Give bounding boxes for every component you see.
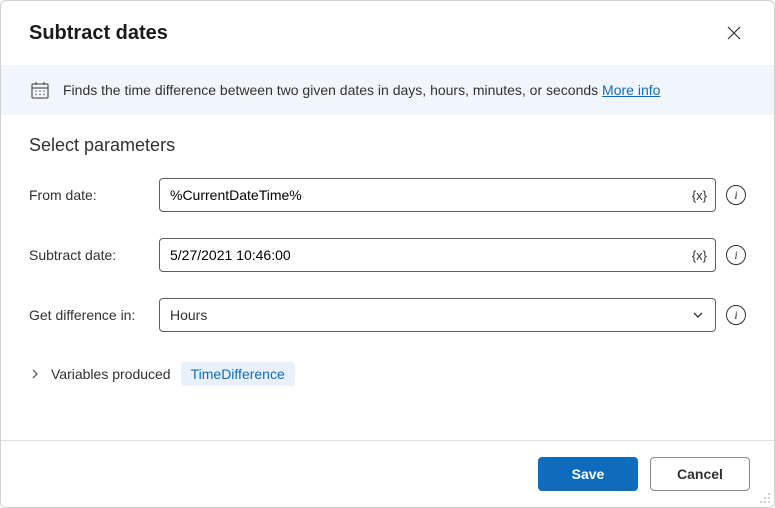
subtract-date-row: Subtract date: {x} i [29,238,746,272]
variables-produced-row: Variables produced TimeDifference [29,358,746,386]
get-difference-row: Get difference in: Hours i [29,298,746,332]
save-button[interactable]: Save [538,457,638,491]
get-difference-info-icon[interactable]: i [726,305,746,325]
close-button[interactable] [718,17,750,49]
dialog-footer: Save Cancel [1,440,774,507]
variable-chip-timedifference[interactable]: TimeDifference [181,362,295,386]
from-date-variable-button[interactable]: {x} [684,179,715,211]
cancel-button[interactable]: Cancel [650,457,750,491]
subtract-date-input[interactable] [160,239,684,271]
subtract-date-input-wrap[interactable]: {x} [159,238,716,272]
parameters-section: Select parameters From date: {x} i Subtr… [1,115,774,440]
subtract-date-variable-button[interactable]: {x} [684,239,715,271]
from-date-info-icon[interactable]: i [726,185,746,205]
from-date-row: From date: {x} i [29,178,746,212]
variables-produced-label: Variables produced [51,366,171,382]
info-banner: Finds the time difference between two gi… [1,65,774,115]
dialog-title: Subtract dates [29,22,168,45]
from-date-input-wrap[interactable]: {x} [159,178,716,212]
chevron-down-icon [691,308,705,322]
subtract-date-label: Subtract date: [29,247,149,263]
more-info-link[interactable]: More info [602,82,660,98]
subtract-date-info-icon[interactable]: i [726,245,746,265]
dialog-header: Subtract dates [1,1,774,65]
calendar-icon [29,79,51,101]
close-icon [727,26,741,40]
from-date-label: From date: [29,187,149,203]
get-difference-label: Get difference in: [29,307,149,323]
subtract-dates-dialog: Subtract dates Finds the time difference… [0,0,775,508]
section-title: Select parameters [29,135,746,156]
get-difference-value: Hours [170,307,207,323]
from-date-input[interactable] [160,179,684,211]
get-difference-select[interactable]: Hours [159,298,716,332]
info-banner-msg: Finds the time difference between two gi… [63,82,602,98]
info-banner-text: Finds the time difference between two gi… [63,82,660,98]
variables-expand-toggle[interactable] [29,368,41,380]
